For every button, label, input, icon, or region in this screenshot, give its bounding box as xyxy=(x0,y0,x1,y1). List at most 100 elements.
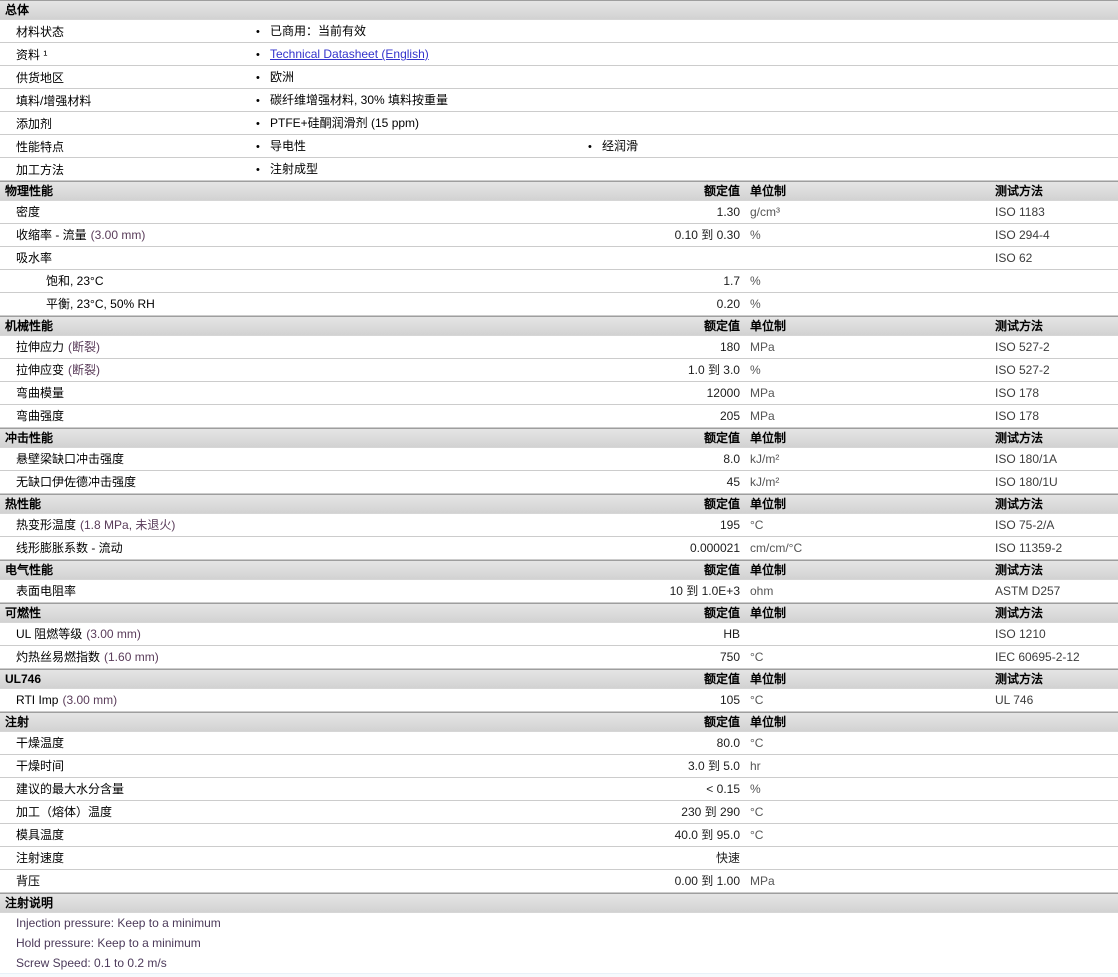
row-label: 背压 xyxy=(16,874,41,888)
column-header-unit: 单位制 xyxy=(750,606,787,620)
row-label: 建议的最大水分含量 xyxy=(16,782,125,796)
row-unnotched-izod-impact: 无缺口伊佐德冲击强度 45 kJ/m² ISO 180/1U xyxy=(0,471,1118,494)
row-surface-resistivity: 表面电阻率 10 到 1.0E+3 ohm ASTM D257 xyxy=(0,580,1118,603)
section-title: 电气性能 xyxy=(5,563,54,577)
row-mold-temp: 模具温度 40.0 到 95.0 °C xyxy=(0,824,1118,847)
rated-value: 10 到 1.0E+3 xyxy=(669,584,740,598)
bullet-text: 欧洲 xyxy=(270,70,295,84)
bullet-icon: • xyxy=(256,95,260,107)
section-header-mechanical: 机械性能 额定值 单位制 测试方法 xyxy=(0,316,1118,336)
bullet-icon: • xyxy=(256,26,260,38)
rated-value: 快速 xyxy=(715,851,740,865)
row-label: 干燥温度 xyxy=(16,736,65,750)
row-condition: (3.00 mm) xyxy=(62,693,118,707)
section-title: 注射 xyxy=(5,715,30,729)
row-label: 密度 xyxy=(16,205,41,219)
rated-value: 0.000021 xyxy=(689,541,740,555)
unit: MPa xyxy=(750,386,775,400)
test-method: ISO 178 xyxy=(995,409,1040,423)
row-documents: 资料 ¹ • Technical Datasheet (English) xyxy=(0,43,1118,66)
row-notched-izod-impact: 悬壁梁缺口冲击强度 8.0 kJ/m² ISO 180/1A xyxy=(0,448,1118,471)
row-melt-temp: 加工（熔体）温度 230 到 290 °C xyxy=(0,801,1118,824)
bullet-text: 碳纤维增强材料, 30% 填料按重量 xyxy=(270,93,449,107)
unit: % xyxy=(750,782,761,796)
row-additive: 添加剂 • PTFE+硅酮润滑剂 (15 ppm) xyxy=(0,112,1118,135)
test-method: ASTM D257 xyxy=(995,584,1061,598)
rated-value: 45 xyxy=(726,475,740,489)
test-method: ISO 527-2 xyxy=(995,363,1050,377)
column-header-test-method: 测试方法 xyxy=(995,431,1044,445)
row-filler: 填料/增强材料 • 碳纤维增强材料, 30% 填料按重量 xyxy=(0,89,1118,112)
row-mold-shrinkage: 收缩率 - 流量 (3.00 mm) 0.10 到 0.30 % ISO 294-… xyxy=(0,224,1118,247)
column-header-test-method: 测试方法 xyxy=(995,184,1044,198)
rated-value: 80.0 xyxy=(716,736,740,750)
section-header-electrical: 电气性能 额定值 单位制 测试方法 xyxy=(0,560,1118,580)
unit: kJ/m² xyxy=(750,452,780,466)
test-method: UL 746 xyxy=(995,693,1034,707)
row-condition: (断裂) xyxy=(68,363,101,377)
rated-value: 205 xyxy=(719,409,740,423)
row-label: 干燥时间 xyxy=(16,759,65,773)
row-label: UL 阻燃等级 xyxy=(16,627,83,641)
row-label: 加工方法 xyxy=(16,162,65,177)
test-method: ISO 11359-2 xyxy=(995,541,1063,555)
row-processing-method: 加工方法 • 注射成型 xyxy=(0,158,1118,181)
rated-value: 105 xyxy=(719,693,740,707)
test-method: ISO 75-2/A xyxy=(995,518,1055,532)
column-header-test-method: 测试方法 xyxy=(995,672,1044,686)
rated-value: < 0.15 xyxy=(706,782,740,796)
test-method: ISO 62 xyxy=(995,251,1033,265)
column-header-rated-value: 额定值 xyxy=(703,319,740,333)
row-flexural-strength: 弯曲强度 205 MPa ISO 178 xyxy=(0,405,1118,428)
column-header-test-method: 测试方法 xyxy=(995,563,1044,577)
unit: % xyxy=(750,363,761,377)
row-clte-flow: 线形膨胀系数 - 流动 0.000021 cm/cm/°C ISO 11359-… xyxy=(0,537,1118,560)
test-method: ISO 180/1A xyxy=(995,452,1058,466)
section-title: 可燃性 xyxy=(5,606,42,620)
row-flexural-modulus: 弯曲模量 12000 MPa ISO 178 xyxy=(0,382,1118,405)
row-ul-flame-rating: UL 阻燃等级 (3.00 mm) HB ISO 1210 xyxy=(0,623,1118,646)
row-label: 拉伸应力 xyxy=(16,340,65,354)
unit: °C xyxy=(750,805,764,819)
note-injection-pressure: Injection pressure: Keep to a minimum xyxy=(16,916,221,930)
row-equilibrium: 平衡, 23°C, 50% RH 0.20 % xyxy=(0,293,1118,316)
row-density: 密度 1.30 g/cm³ ISO 1183 xyxy=(0,201,1118,224)
column-header-unit: 单位制 xyxy=(750,184,787,198)
row-material-status: 材料状态 • 已商用：当前有效 xyxy=(0,20,1118,43)
row-drying-time: 干燥时间 3.0 到 5.0 hr xyxy=(0,755,1118,778)
row-tensile-stress-break: 拉伸应力 (断裂) 180 MPa ISO 527-2 xyxy=(0,336,1118,359)
row-label: 供货地区 xyxy=(16,70,65,85)
row-availability: 供货地区 • 欧洲 xyxy=(0,66,1118,89)
technical-datasheet-link[interactable]: Technical Datasheet (English) xyxy=(270,47,429,61)
rated-value: 8.0 xyxy=(723,452,740,466)
row-label: 灼热丝易燃指数 xyxy=(16,650,101,664)
unit: MPa xyxy=(750,340,775,354)
row-label: 弯曲模量 xyxy=(16,386,65,400)
row-condition: (1.60 mm) xyxy=(104,650,159,664)
row-condition: (3.00 mm) xyxy=(90,228,146,242)
unit: °C xyxy=(750,650,764,664)
row-condition: (断裂) xyxy=(68,340,101,354)
bullet-text: 已商用：当前有效 xyxy=(270,24,367,38)
unit: °C xyxy=(750,828,764,842)
rated-value: 230 到 290 xyxy=(681,805,740,819)
rated-value: 195 xyxy=(719,518,740,532)
row-tensile-strain-break: 拉伸应变 (断裂) 1.0 到 3.0 % ISO 527-2 xyxy=(0,359,1118,382)
unit: °C xyxy=(750,518,764,532)
row-condition: (1.8 MPa, 未退火) xyxy=(80,518,176,532)
section-title: 冲击性能 xyxy=(5,431,54,445)
row-label: 收缩率 - 流量 xyxy=(16,228,87,242)
test-method: ISO 1183 xyxy=(995,205,1045,219)
row-label: 填料/增强材料 xyxy=(16,93,92,108)
bullet-text: 导电性 xyxy=(270,139,307,153)
rated-value: 750 xyxy=(719,650,740,664)
section-header-general: 总体 xyxy=(0,0,1118,20)
column-header-unit: 单位制 xyxy=(750,497,787,511)
row-label: 添加剂 xyxy=(16,116,53,131)
column-header-unit: 单位制 xyxy=(750,319,787,333)
column-header-rated-value: 额定值 xyxy=(703,563,740,577)
section-title: 注射说明 xyxy=(5,896,54,910)
row-label: 材料状态 xyxy=(16,24,65,39)
row-label: 吸水率 xyxy=(16,251,53,265)
unit: ohm xyxy=(750,584,774,598)
